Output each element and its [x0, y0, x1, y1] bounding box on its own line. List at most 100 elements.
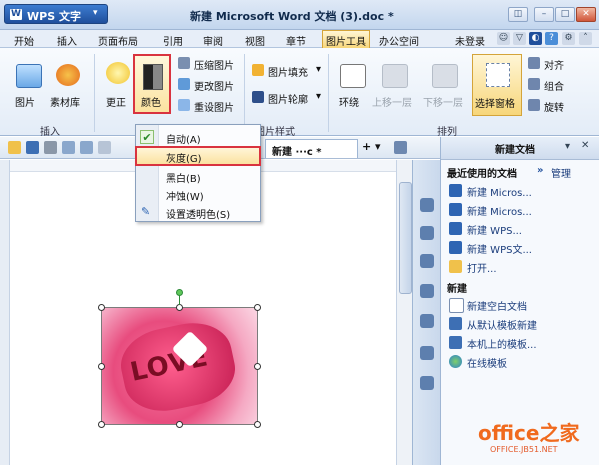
refresh-icon[interactable] — [420, 346, 434, 360]
resize-handle[interactable] — [254, 304, 261, 311]
save-icon[interactable] — [26, 141, 39, 154]
material-library-button[interactable]: 素材库 — [50, 94, 80, 109]
document-tab[interactable]: 新建 ···c * — [265, 139, 358, 158]
group-button[interactable]: 组合 — [544, 78, 564, 93]
help-icon[interactable]: ? — [545, 32, 558, 45]
scrollbar-thumb[interactable] — [399, 182, 412, 294]
tab-review[interactable]: 审阅 — [203, 33, 223, 48]
local-templates-link[interactable]: 本机上的模板... — [467, 336, 537, 351]
chevron-up-icon[interactable]: ˄ — [579, 32, 592, 45]
menu-item-grayscale[interactable]: 灰度(G) — [135, 146, 261, 166]
resize-handle[interactable] — [98, 304, 105, 311]
picture-fill-button[interactable]: 图片填充 — [268, 64, 308, 79]
at-icon[interactable] — [420, 226, 434, 240]
print-preview-icon[interactable] — [62, 141, 75, 154]
skin-icon[interactable]: ◐ — [529, 32, 542, 45]
menu-item-set-transparent[interactable]: ✎ 设置透明色(S) — [136, 203, 260, 221]
resize-handle[interactable] — [176, 304, 183, 311]
maximize-button[interactable]: □ — [555, 7, 575, 22]
send-backward-button[interactable]: 下移一层 — [423, 94, 463, 109]
open-icon[interactable] — [8, 141, 21, 154]
restore-layout-button[interactable]: ◫ — [508, 7, 528, 22]
online-templates-link[interactable]: 在线模板 — [467, 355, 507, 370]
bring-forward-button[interactable]: 上移一层 — [372, 94, 412, 109]
redo-icon[interactable] — [98, 141, 111, 154]
settings-icon[interactable]: ⚙ — [562, 32, 575, 45]
recent-doc-item[interactable]: 新建 Micros... — [467, 203, 532, 218]
grid-icon[interactable] — [420, 314, 434, 328]
love-picture[interactable]: LOVE — [101, 307, 258, 425]
task-pane-header: 新建文档 ▾ ✕ — [441, 137, 599, 160]
insert-picture-icon[interactable] — [16, 64, 42, 88]
filter-icon[interactable]: ▽ — [513, 32, 526, 45]
globe-icon — [449, 355, 462, 368]
rotate-handle[interactable] — [176, 289, 183, 296]
layout-icon[interactable] — [394, 141, 407, 154]
recent-docs-heading: 最近使用的文档 — [447, 169, 517, 180]
correction-button[interactable]: 更正 — [106, 94, 126, 109]
copy-icon[interactable] — [420, 254, 434, 268]
menu-item-black-white[interactable]: 黑白(B) — [136, 167, 260, 185]
insert-picture-button[interactable]: 图片 — [15, 94, 35, 109]
recent-doc-item[interactable]: 新建 WPS... — [467, 222, 522, 237]
word-doc-icon — [449, 203, 462, 216]
fill-bucket-icon — [252, 64, 264, 76]
recent-doc-item[interactable]: 新建 WPS文... — [467, 241, 532, 256]
resize-handle[interactable] — [98, 421, 105, 428]
tab-references[interactable]: 引用 — [163, 33, 183, 48]
new-tab-button[interactable]: + ▾ — [362, 140, 381, 153]
resize-handle[interactable] — [176, 421, 183, 428]
tab-home[interactable]: 开始 — [14, 33, 34, 48]
open-link[interactable]: 打开... — [467, 260, 497, 275]
picture-outline-button[interactable]: 图片轮廓 — [268, 91, 308, 106]
menu-item-label: 冲蚀(W) — [166, 192, 204, 203]
resize-handle[interactable] — [254, 421, 261, 428]
menu-item-auto[interactable]: ✔ 自动(A) — [136, 128, 260, 146]
rotate-button[interactable]: 旋转 — [544, 99, 564, 114]
reset-picture-button[interactable]: 重设图片 — [194, 99, 234, 114]
login-status[interactable]: 未登录 — [455, 33, 485, 48]
resize-handle[interactable] — [98, 363, 105, 370]
blank-doc-icon — [449, 298, 464, 313]
new-blank-doc-link[interactable]: 新建空白文档 — [467, 298, 527, 313]
chevron-down-icon[interactable]: ▾ — [316, 64, 321, 75]
print-icon[interactable] — [44, 141, 57, 154]
manage-link[interactable]: 管理 — [551, 165, 571, 180]
flag-icon[interactable] — [420, 376, 434, 390]
vertical-scrollbar[interactable] — [396, 160, 412, 465]
recent-doc-item[interactable]: 新建 Micros... — [467, 184, 532, 199]
user-icon[interactable]: ☺ — [497, 32, 510, 45]
resize-handle[interactable] — [254, 363, 261, 370]
wrap-icon[interactable] — [340, 64, 366, 88]
close-icon[interactable]: ✕ — [581, 140, 589, 151]
group-label-arrange: 排列 — [437, 127, 457, 138]
menu-item-label: 黑白(B) — [166, 174, 201, 185]
comment-icon[interactable] — [420, 198, 434, 212]
menu-item-washout[interactable]: 冲蚀(W) — [136, 185, 260, 203]
minimize-button[interactable]: – — [534, 7, 554, 22]
color-button[interactable]: 颜色 — [133, 54, 171, 114]
tab-page-layout[interactable]: 页面布局 — [98, 33, 138, 48]
selection-pane-button[interactable]: 选择窗格 — [472, 54, 522, 116]
wrap-button[interactable]: 环绕 — [339, 94, 359, 109]
tab-view[interactable]: 视图 — [245, 33, 265, 48]
align-button[interactable]: 对齐 — [544, 57, 564, 72]
new-from-default-template-link[interactable]: 从默认模板新建 — [467, 317, 537, 332]
document-tab-label: 新建 ···c * — [272, 147, 322, 158]
brightness-icon[interactable] — [106, 62, 130, 84]
close-button[interactable]: ✕ — [576, 7, 596, 22]
undo-icon[interactable] — [80, 141, 93, 154]
tab-sections[interactable]: 章节 — [286, 33, 306, 48]
tab-picture-tools[interactable]: 图片工具 — [326, 33, 366, 48]
tab-insert[interactable]: 插入 — [57, 33, 77, 48]
chevron-down-icon[interactable]: ▾ — [565, 141, 570, 152]
tab-office-space[interactable]: 办公空间 — [379, 33, 419, 48]
app-menu-button[interactable]: W WPS 文字 ▾ — [4, 4, 108, 24]
change-picture-button[interactable]: 更改图片 — [194, 78, 234, 93]
material-library-icon[interactable] — [56, 64, 80, 86]
compress-picture-button[interactable]: 压缩图片 — [194, 57, 234, 72]
font-icon[interactable] — [420, 284, 434, 298]
word-doc-icon — [449, 184, 462, 197]
watermark-url: OFFICE.JB51.NET — [490, 445, 558, 454]
chevron-down-icon[interactable]: ▾ — [316, 91, 321, 102]
